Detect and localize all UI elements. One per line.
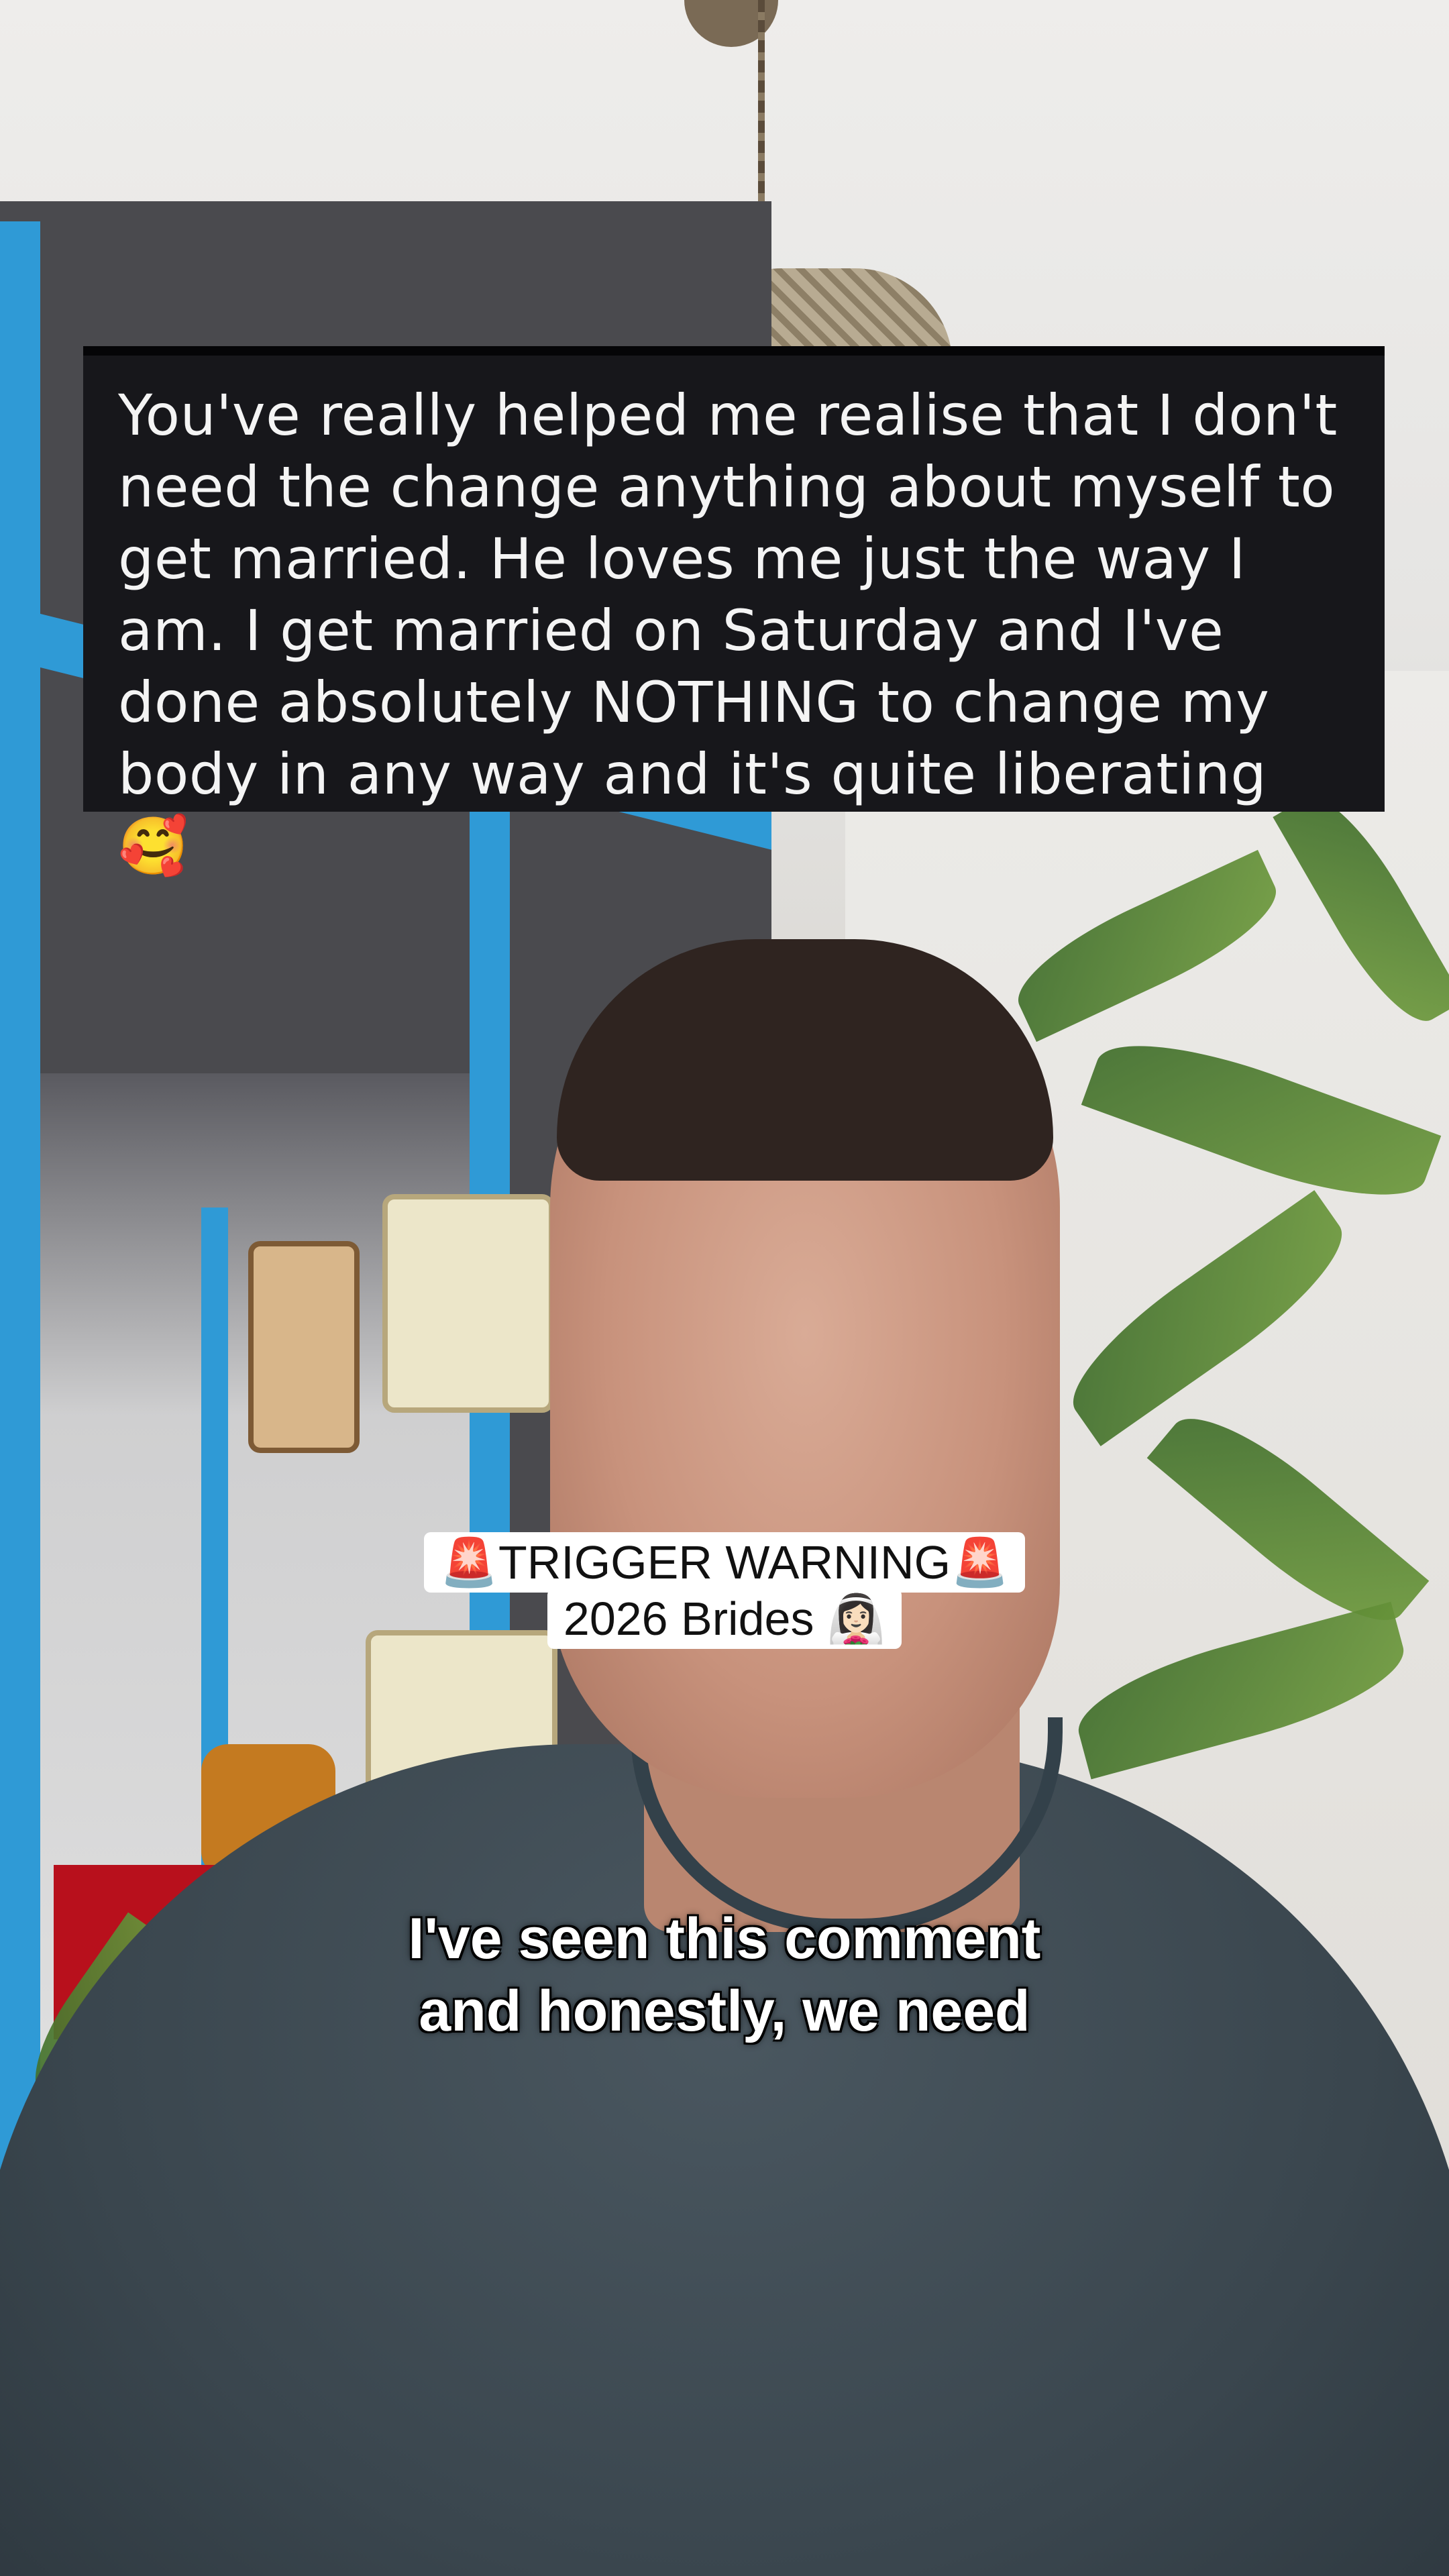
brides-label: 2026 Brides 👰🏻‍♀️ (547, 1589, 902, 1649)
comment-text: You've really helped me realise that I d… (118, 382, 1338, 879)
comment-screenshot: You've really helped me realise that I d… (83, 346, 1385, 879)
trigger-warning-text: 🚨TRIGGER WARNING🚨 (423, 1532, 1026, 1593)
herb-plaque (382, 1194, 554, 1413)
trigger-warning-label: 🚨TRIGGER WARNING🚨 2026 Brides 👰🏻‍♀️ (0, 1532, 1449, 1649)
subtitle-caption: I've seen this comment and honestly, we … (408, 1907, 1041, 2043)
vintage-sign (248, 1241, 360, 1453)
